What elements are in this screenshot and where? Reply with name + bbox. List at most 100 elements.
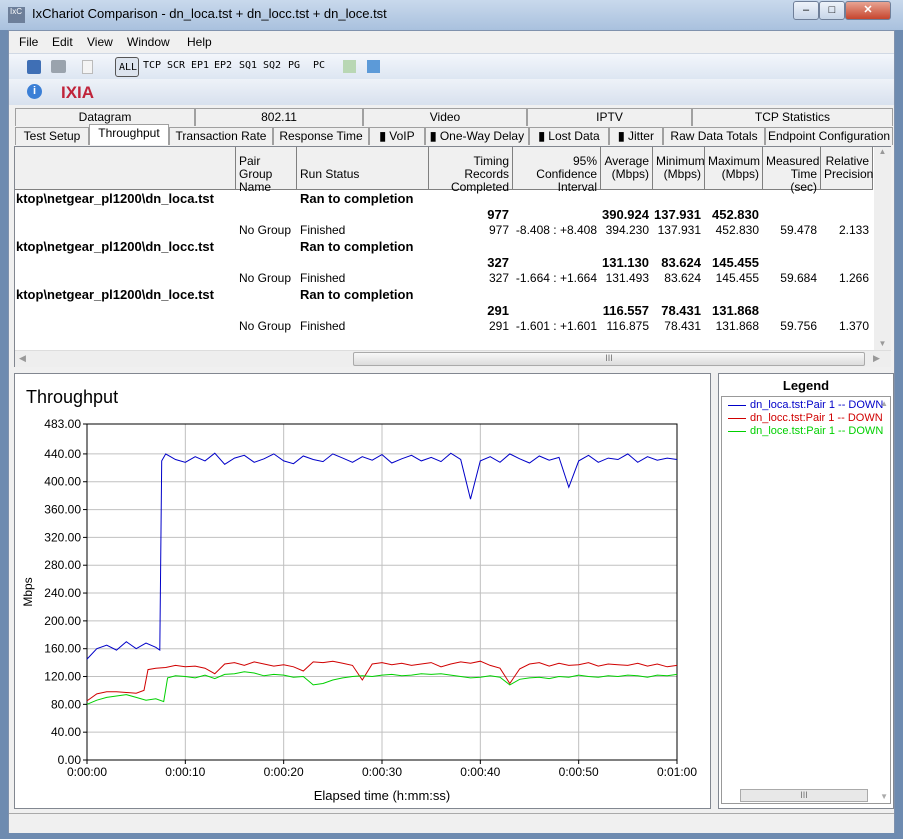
- tab-test-setup[interactable]: Test Setup: [15, 127, 89, 145]
- y-tick-label: 440.00: [44, 447, 81, 461]
- table-cell: 394.230: [605, 223, 649, 237]
- table-cell: No Group: [239, 271, 292, 285]
- column-header[interactable]: 95% Confidence Interval: [513, 147, 601, 194]
- tab-one-way-delay[interactable]: ▮ One-Way Delay: [425, 127, 529, 145]
- column-header[interactable]: Maximum (Mbps): [705, 147, 763, 190]
- tab-tcp-statistics[interactable]: TCP Statistics: [692, 108, 893, 126]
- table-cell: No Group: [239, 319, 292, 333]
- tab-iptv[interactable]: IPTV: [527, 108, 692, 126]
- scroll-thumb[interactable]: III: [353, 352, 865, 366]
- column-header[interactable]: Relative Precision: [821, 147, 873, 190]
- legend-hscroll-thumb[interactable]: III: [740, 789, 868, 802]
- filter-ep1[interactable]: EP1: [191, 60, 209, 71]
- table-cell: 977: [488, 223, 509, 237]
- filter-scr[interactable]: SCR: [167, 60, 185, 71]
- filter-sq1[interactable]: SQ1: [239, 60, 257, 71]
- menu-view[interactable]: View: [87, 35, 113, 49]
- y-tick-label: 200.00: [44, 614, 81, 628]
- table-cell: 327: [487, 255, 509, 270]
- y-tick-label: 120.00: [44, 670, 81, 684]
- table-cell: 59.756: [780, 319, 817, 333]
- copy-icon[interactable]: [82, 60, 93, 74]
- tab-lost-data[interactable]: ▮ Lost Data: [529, 127, 609, 145]
- table-cell: 1.266: [838, 271, 869, 285]
- legend-item[interactable]: dn_locc.tst:Pair 1 -- DOWN: [728, 412, 883, 424]
- phone-icon: ▮: [379, 129, 390, 143]
- close-button[interactable]: ✕: [845, 1, 891, 20]
- menu-window[interactable]: Window: [127, 35, 170, 49]
- scroll-left-icon[interactable]: ◀: [19, 353, 26, 364]
- menu-help[interactable]: Help: [187, 35, 212, 49]
- column-header[interactable]: [15, 147, 236, 190]
- table-cell: 145.455: [715, 271, 759, 285]
- vertical-scrollbar[interactable]: ▲ ▼: [874, 147, 891, 350]
- legend-item[interactable]: dn_loca.tst:Pair 1 -- DOWN: [728, 399, 883, 411]
- tab-video[interactable]: Video: [363, 108, 527, 126]
- menu-edit[interactable]: Edit: [52, 35, 73, 49]
- filter-all-button[interactable]: ALL: [115, 57, 139, 77]
- print-icon[interactable]: [51, 60, 66, 73]
- column-header[interactable]: Measured Time (sec): [763, 147, 821, 194]
- tab-jitter[interactable]: ▮ Jitter: [609, 127, 663, 145]
- tab-802-11[interactable]: 802.11: [195, 108, 363, 126]
- legend-label: dn_locc.tst:Pair 1 -- DOWN: [750, 412, 883, 424]
- legend-list[interactable]: dn_loca.tst:Pair 1 -- DOWN dn_locc.tst:Pa…: [721, 396, 891, 804]
- app-client: File Edit View Window Help ALL TCP SCR E…: [8, 30, 895, 833]
- table-cell: 137.931: [654, 207, 701, 222]
- table-cell: 137.931: [657, 223, 701, 237]
- save-icon[interactable]: [27, 60, 41, 74]
- chart-pane: Throughput 0.00 40.00 80.00 120.00 160.00 200…: [14, 373, 711, 809]
- minimize-button[interactable]: ‒: [793, 1, 819, 20]
- table-cell: Finished: [300, 223, 346, 237]
- phone-icon: ▮: [618, 129, 628, 143]
- tab-transaction-rate[interactable]: Transaction Rate: [169, 127, 273, 145]
- maximize-button[interactable]: □: [819, 1, 845, 20]
- scroll-up-icon[interactable]: ▲: [880, 399, 888, 408]
- y-axis-label: Mbps: [21, 577, 35, 606]
- x-tick-label: 0:00:20: [264, 765, 304, 779]
- y-tick-label: 240.00: [44, 586, 81, 600]
- column-header[interactable]: Pair Group Name: [236, 147, 297, 194]
- menu-file[interactable]: File: [19, 35, 38, 49]
- column-header[interactable]: Timing Records Completed: [429, 147, 513, 194]
- table-cell: 291: [487, 303, 509, 318]
- y-tick-label: 320.00: [44, 530, 81, 544]
- table-cell: 977: [487, 207, 509, 222]
- results-table: Pair Group Name Run Status Timing Records …: [14, 146, 891, 367]
- tab-label: One-Way Delay: [439, 129, 525, 143]
- scroll-down-icon[interactable]: ▼: [874, 339, 891, 348]
- column-header[interactable]: Minimum (Mbps): [653, 147, 705, 190]
- filter-tcp[interactable]: TCP: [143, 60, 161, 71]
- table-cell: Finished: [300, 319, 346, 333]
- info-icon[interactable]: i: [27, 84, 42, 99]
- filter-sq2[interactable]: SQ2: [263, 60, 281, 71]
- scroll-up-icon[interactable]: ▲: [874, 147, 891, 156]
- column-header[interactable]: Run Status: [297, 147, 429, 190]
- tab-label: Jitter: [627, 129, 654, 143]
- scroll-right-icon[interactable]: ▶: [873, 353, 880, 364]
- filter-ep2[interactable]: EP2: [214, 60, 232, 71]
- phone-icon: ▮: [429, 129, 440, 143]
- tab-raw-data-totals[interactable]: Raw Data Totals: [663, 127, 765, 145]
- tab-voip[interactable]: ▮ VoIP: [369, 127, 425, 145]
- filter-pg[interactable]: PG: [288, 60, 300, 71]
- tab-throughput[interactable]: Throughput: [89, 124, 169, 145]
- horizontal-scrollbar[interactable]: ◀ III ▶: [15, 350, 891, 367]
- tab-response-time[interactable]: Response Time: [273, 127, 369, 145]
- x-tick-label: 0:00:30: [362, 765, 402, 779]
- legend-item[interactable]: dn_loce.tst:Pair 1 -- DOWN: [728, 425, 883, 437]
- y-tick-label: 280.00: [44, 558, 81, 572]
- column-header[interactable]: Average (Mbps): [601, 147, 653, 190]
- title-bar[interactable]: IxC IxChariot Comparison - dn_loca.tst +…: [0, 0, 903, 30]
- legend-pane: Legend dn_loca.tst:Pair 1 -- DOWN dn_locc…: [718, 373, 894, 809]
- filter-label: ALL: [119, 62, 138, 73]
- legend-label: dn_loce.tst:Pair 1 -- DOWN: [750, 425, 884, 437]
- scroll-down-icon[interactable]: ▼: [880, 792, 888, 801]
- table-cell: 452.830: [712, 207, 759, 222]
- table-cell: -8.408 : +8.408: [515, 223, 597, 237]
- table-cell: -1.601 : +1.601: [515, 319, 597, 333]
- import-icon[interactable]: [367, 60, 380, 73]
- filter-pc[interactable]: PC: [313, 60, 325, 71]
- tab-endpoint-configuration[interactable]: Endpoint Configuration: [765, 127, 893, 145]
- export-icon[interactable]: [343, 60, 356, 73]
